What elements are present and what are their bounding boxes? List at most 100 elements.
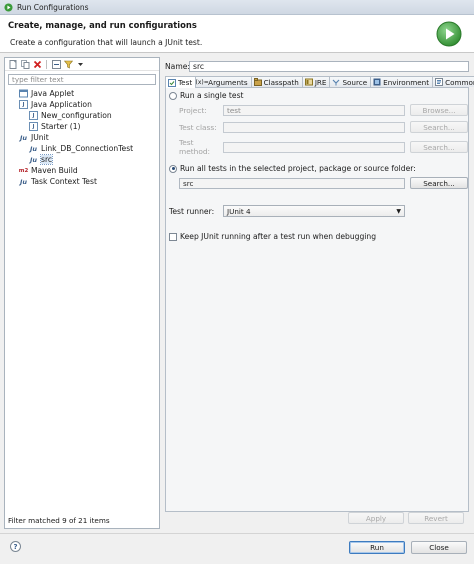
test-runner-label: Test runner: <box>169 206 215 216</box>
tree-item-label: JUnit <box>31 133 49 142</box>
apply-button[interactable]: Apply <box>348 512 404 524</box>
tree-item-label: Maven Build <box>31 166 78 175</box>
name-label: Name: <box>165 62 190 71</box>
source-icon <box>332 78 340 86</box>
maven-icon: m2 <box>18 167 29 174</box>
single-test-option[interactable]: Run a single test <box>169 91 244 100</box>
test-method-row: Test method: Search... <box>179 138 468 156</box>
name-input[interactable]: src <box>189 61 469 72</box>
project-field[interactable]: test <box>223 104 405 116</box>
tab-environment[interactable]: Environment <box>370 76 434 87</box>
all-tests-option[interactable]: Run all tests in the selected project, p… <box>169 164 416 173</box>
revert-button[interactable]: Revert <box>408 512 464 524</box>
tree-item-label: Link_DB_ConnectionTest <box>41 144 134 153</box>
tree-item-java-application[interactable]: J Java Application <box>5 99 159 110</box>
test-method-field[interactable] <box>223 141 405 153</box>
all-tests-label: Run all tests in the selected project, p… <box>180 164 416 173</box>
tree-item-starter[interactable]: J Starter (1) <box>5 121 159 132</box>
tree-item-src[interactable]: Ju src <box>5 154 159 165</box>
test-class-row: Test class: Search... <box>179 121 468 133</box>
single-test-label: Run a single test <box>180 91 244 100</box>
help-icon[interactable]: ? <box>10 541 21 552</box>
tree-item-link-db-connectiontest[interactable]: Ju Link_DB_ConnectionTest <box>5 143 159 154</box>
test-class-field[interactable] <box>223 121 405 133</box>
chevron-down-icon[interactable] <box>75 59 85 69</box>
project-row: Project: test Browse... <box>179 104 468 116</box>
dialog-header: Create, manage, and run configurations C… <box>0 15 474 53</box>
tree-toolbar <box>5 58 159 71</box>
run-banner-icon <box>436 21 462 47</box>
single-test-radio[interactable] <box>169 91 177 100</box>
window-title: Run Configurations <box>17 2 89 12</box>
test-class-label: Test class: <box>179 122 217 132</box>
tab-common[interactable]: Common <box>432 76 474 87</box>
filter-input[interactable]: type filter text <box>8 74 156 85</box>
tree-item-label: src <box>39 154 54 165</box>
delete-configuration-icon[interactable] <box>32 59 42 69</box>
tree-item-label: Task Context Test <box>31 177 97 186</box>
duplicate-configuration-icon[interactable] <box>20 59 30 69</box>
tab-label: Classpath <box>263 77 299 87</box>
toolbar-separator <box>46 59 47 69</box>
run-configurations-icon <box>4 2 13 12</box>
java-applet-icon <box>19 89 28 98</box>
run-button[interactable]: Run <box>349 541 405 554</box>
configuration-editor: Name: src Test (x)= Arguments Classpath … <box>163 57 474 529</box>
java-config-icon: J <box>29 111 38 120</box>
tab-jre[interactable]: JRE <box>301 76 331 87</box>
keep-alive-label: Keep JUnit running after a test run when… <box>180 232 377 241</box>
jre-icon <box>304 78 313 86</box>
title-bar: Run Configurations <box>0 0 474 15</box>
header-title: Create, manage, and run configurations <box>8 20 197 30</box>
tree-item-label: Java Application <box>31 100 92 109</box>
tree-item-junit[interactable]: Ju JUnit <box>5 132 159 143</box>
tab-source[interactable]: Source <box>329 76 372 87</box>
filter-status: Filter matched 9 of 21 items <box>8 516 110 525</box>
tab-label: Arguments <box>208 77 248 87</box>
junit-icon: Ju <box>19 177 28 186</box>
filter-icon[interactable] <box>63 59 73 69</box>
container-field[interactable]: src <box>179 177 405 189</box>
name-row: Name: src <box>165 61 469 72</box>
browse-button[interactable]: Browse... <box>410 104 468 116</box>
tab-arguments[interactable]: (x)= Arguments <box>195 76 252 87</box>
tab-label: Source <box>342 77 368 87</box>
keep-alive-option[interactable]: Keep JUnit running after a test run when… <box>169 232 376 241</box>
header-subtitle: Create a configuration that will launch … <box>10 38 203 47</box>
test-runner-select[interactable]: JUnit 4 ▼ <box>223 205 405 217</box>
tab-label: JRE <box>314 77 327 87</box>
test-tab-panel: Run a single test Project: test Browse..… <box>165 87 469 512</box>
configuration-tree: Java Applet J Java Application J New_con… <box>5 87 159 187</box>
search-class-button[interactable]: Search... <box>410 121 468 133</box>
configuration-tree-panel: type filter text Java Applet J Java Appl… <box>4 57 160 529</box>
new-configuration-icon[interactable] <box>8 59 18 69</box>
chevron-down-icon: ▼ <box>396 208 401 215</box>
test-runner-value: JUnit 4 <box>227 206 251 216</box>
tree-item-new-configuration[interactable]: J New_configuration <box>5 110 159 121</box>
search-method-button[interactable]: Search... <box>410 141 468 153</box>
tab-classpath[interactable]: Classpath <box>250 76 303 87</box>
tree-item-java-applet[interactable]: Java Applet <box>5 88 159 99</box>
tab-label: Environment <box>383 77 430 87</box>
close-button[interactable]: Close <box>411 541 467 554</box>
tree-item-task-context-test[interactable]: Ju Task Context Test <box>5 176 159 187</box>
search-container-button[interactable]: Search... <box>410 177 468 189</box>
common-icon <box>435 78 444 86</box>
tree-item-label: New_configuration <box>41 111 112 120</box>
environment-icon <box>373 78 381 86</box>
all-tests-radio[interactable] <box>169 164 177 173</box>
tree-item-label: Java Applet <box>31 89 75 98</box>
junit-icon: Ju <box>19 133 28 142</box>
collapse-all-icon[interactable] <box>51 59 61 69</box>
junit-config-icon: Ju <box>29 155 38 164</box>
keep-alive-checkbox[interactable] <box>169 232 177 241</box>
test-icon <box>168 78 176 87</box>
java-config-icon: J <box>29 122 38 131</box>
tab-bar: Test (x)= Arguments Classpath JRE Source… <box>165 76 474 88</box>
tree-item-maven-build[interactable]: m2 Maven Build <box>5 165 159 176</box>
test-runner-row: Test runner: JUnit 4 ▼ <box>169 205 405 217</box>
project-label: Project: <box>179 105 207 115</box>
junit-config-icon: Ju <box>29 144 38 153</box>
tab-test[interactable]: Test <box>165 76 197 88</box>
tree-item-label: Starter (1) <box>41 122 81 131</box>
